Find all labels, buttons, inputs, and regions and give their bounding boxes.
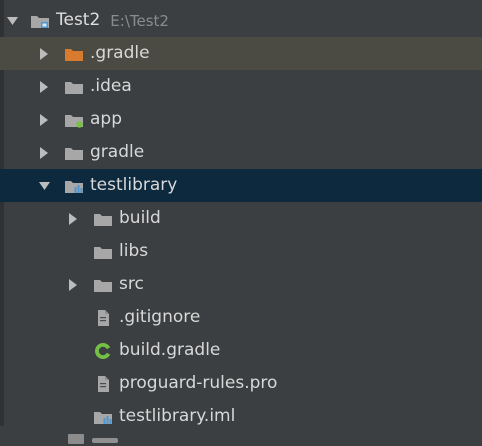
tree-root-path: E:\Test2 [110, 11, 169, 30]
tree-item-label: proguard-rules.pro [119, 373, 278, 393]
tree-item-gradle-cache[interactable]: .gradle [0, 37, 482, 70]
tree-item-label: build.gradle [119, 340, 221, 360]
tree-item-label: testlibrary [90, 175, 178, 195]
tree-item-idea[interactable]: .idea [0, 70, 482, 103]
folder-icon [64, 78, 84, 96]
partial-row-text [92, 437, 118, 443]
tree-item-label: .gitignore [119, 307, 201, 327]
tree-item-testlibrary[interactable]: testlibrary [0, 169, 482, 202]
expand-arrow-icon[interactable] [6, 14, 18, 28]
tree-item-label: .idea [90, 76, 132, 96]
tree-item-label: gradle [90, 142, 145, 162]
folder-orange-icon [64, 45, 84, 63]
tree-item-libs[interactable]: libs [0, 235, 482, 268]
tree-root-label: Test2 [56, 10, 101, 30]
folder-icon [93, 210, 113, 228]
text-file-icon [93, 309, 113, 327]
library-module-icon [64, 177, 84, 195]
project-folder-icon [30, 12, 50, 30]
tree-item-label: .gradle [90, 43, 150, 63]
folder-icon [93, 276, 113, 294]
iml-file-icon [93, 408, 113, 426]
collapse-arrow-icon[interactable] [38, 80, 50, 94]
collapse-arrow-icon[interactable] [67, 212, 79, 226]
tree-item-label: app [90, 109, 122, 129]
module-folder-icon [64, 111, 84, 129]
tree-item-label: libs [119, 241, 149, 261]
collapse-arrow-icon[interactable] [67, 278, 79, 292]
expand-arrow-icon[interactable] [38, 179, 50, 193]
tree-item-build-gradle[interactable]: build.gradle [0, 334, 482, 367]
collapse-arrow-icon[interactable] [38, 113, 50, 127]
tree-item-label: build [119, 208, 161, 228]
gradle-file-icon [93, 342, 113, 360]
tree-item-build[interactable]: build [0, 202, 482, 235]
tree-item-label: src [119, 274, 144, 294]
tree-root-test2[interactable]: Test2 E:\Test2 [0, 4, 482, 37]
project-tree-panel: Test2 E:\Test2 .gradle .idea app gradle … [0, 0, 482, 446]
tree-item-src[interactable]: src [0, 268, 482, 301]
folder-icon [64, 144, 84, 162]
tree-item-label: testlibrary.iml [119, 406, 236, 426]
collapse-arrow-icon[interactable] [38, 146, 50, 160]
text-file-icon [93, 375, 113, 393]
partial-file-icon [68, 434, 84, 444]
tree-item-gitignore[interactable]: .gitignore [0, 301, 482, 334]
cutoff-next-row [68, 433, 158, 445]
folder-icon [93, 243, 113, 261]
tree-item-gradle[interactable]: gradle [0, 136, 482, 169]
tree-item-app[interactable]: app [0, 103, 482, 136]
collapse-arrow-icon[interactable] [38, 47, 50, 61]
tree-item-proguard-rules[interactable]: proguard-rules.pro [0, 367, 482, 400]
